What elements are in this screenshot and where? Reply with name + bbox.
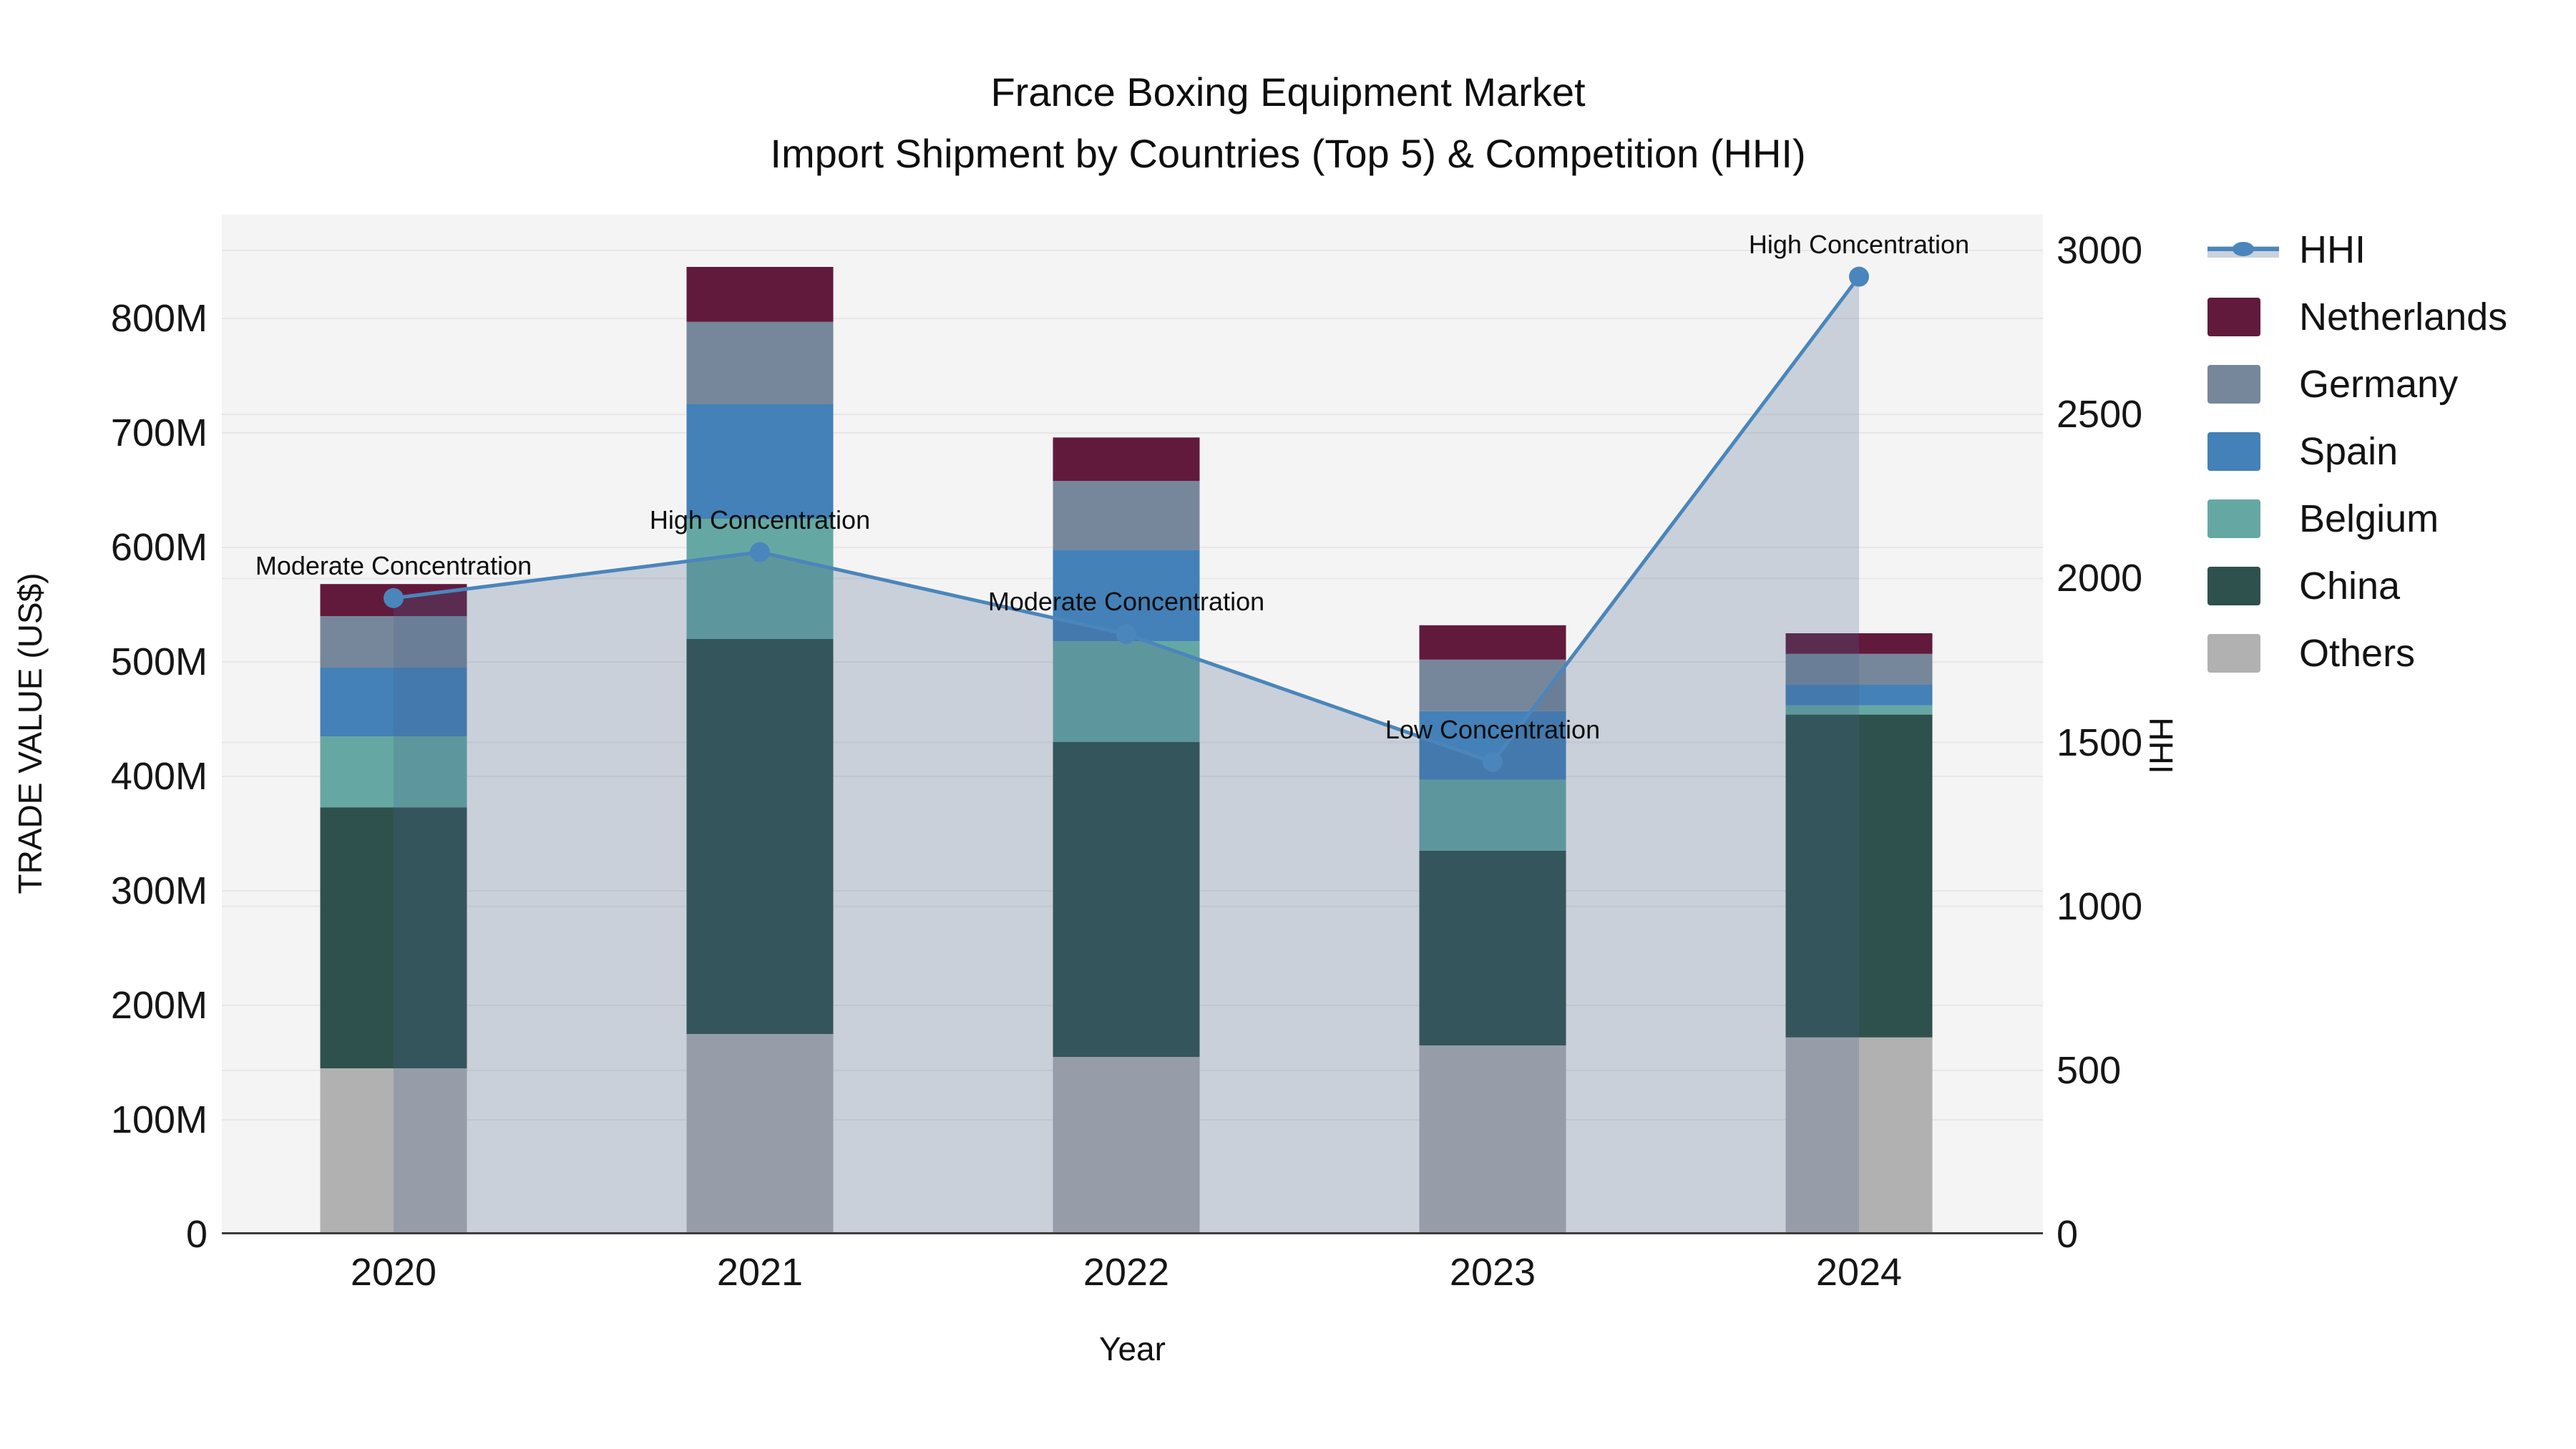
legend-label: HHI: [2299, 228, 2366, 271]
spain-swatch-icon: [2207, 432, 2260, 471]
legend-item-spain[interactable]: Spain: [2207, 432, 2507, 471]
x-tick-2022: 2022: [1083, 1251, 1170, 1294]
y-left-tick-700M: 700M: [110, 411, 208, 454]
y-axis-left-title: TRADE VALUE (US$): [11, 572, 49, 894]
chart-title-line2: Import Shipment by Countries (Top 5) & C…: [770, 131, 1806, 176]
bar-segment-germany-2022: [1053, 481, 1200, 550]
y-left-tick-500M: 500M: [110, 640, 208, 683]
hhi-legend-marker: [2233, 242, 2254, 256]
hhi-area-fill: [394, 276, 1859, 1234]
hhi-point-2023: [1483, 752, 1503, 772]
y-left-tick-800M: 800M: [110, 297, 208, 340]
y-right-tick-0: 0: [2057, 1213, 2079, 1256]
x-axis-title: Year: [1099, 1330, 1166, 1367]
y-right-tick-2000: 2000: [2057, 557, 2143, 600]
bar-segment-spain-2021: [686, 404, 834, 519]
annotation-2022: Moderate Concentration: [987, 587, 1265, 617]
y-right-tick-1000: 1000: [2057, 884, 2143, 928]
annotation-2023: Low Concentration: [1385, 715, 1601, 744]
hhi-point-2021: [750, 542, 770, 562]
y-left-tick-200M: 200M: [110, 984, 208, 1027]
plot-area: [222, 215, 2043, 1234]
bar-segment-netherlands-2023: [1419, 625, 1566, 660]
hhi-point-2024: [1849, 266, 1869, 287]
china-swatch-icon: [2207, 567, 2260, 605]
y-left-tick-600M: 600M: [110, 526, 208, 569]
x-tick-2020: 2020: [350, 1251, 437, 1294]
plot-svg: [222, 250, 2043, 1234]
annotation-2024: High Concentration: [1748, 229, 1970, 259]
legend-item-germany[interactable]: Germany: [2207, 365, 2507, 404]
y-right-tick-1500: 1500: [2057, 721, 2143, 764]
legend-label: Belgium: [2299, 497, 2439, 540]
x-tick-2023: 2023: [1449, 1251, 1536, 1294]
hhi-line-icon: [2207, 242, 2279, 258]
hhi-point-2022: [1116, 624, 1136, 645]
legend-item-hhi[interactable]: HHI: [2207, 230, 2507, 269]
y-axis-right-title: HHI: [2142, 717, 2180, 774]
others-swatch-icon: [2207, 634, 2260, 673]
chart-title-line1: France Boxing Equipment Market: [990, 69, 1586, 114]
x-tick-2024: 2024: [1815, 1251, 1903, 1294]
y-left-tick-300M: 300M: [110, 869, 208, 912]
legend-label: Others: [2299, 632, 2416, 675]
legend-label: Germany: [2299, 363, 2459, 406]
y-right-tick-2500: 2500: [2057, 393, 2143, 436]
legend: HHI Netherlands Germany Spain Belgium China Ot…: [2207, 230, 2507, 673]
legend-label: China: [2299, 565, 2401, 608]
chart-figure: France Boxing Equipment Market Import Sh…: [0, 0, 2576, 1449]
y-left-tick-0: 0: [185, 1213, 208, 1256]
bar-segment-netherlands-2021: [686, 267, 834, 322]
y-left-tick-100M: 100M: [110, 1098, 208, 1141]
annotation-2020: Moderate Concentration: [255, 550, 532, 580]
belgium-swatch-icon: [2207, 499, 2260, 538]
y-right-tick-3000: 3000: [2057, 229, 2143, 272]
hhi-point-2020: [384, 587, 404, 608]
legend-item-belgium[interactable]: Belgium: [2207, 499, 2507, 538]
netherlands-swatch-icon: [2207, 298, 2260, 336]
legend-label: Spain: [2299, 430, 2399, 473]
bar-segment-netherlands-2022: [1053, 437, 1200, 482]
bar-segment-germany-2021: [686, 321, 834, 404]
annotation-2021: High Concentration: [649, 504, 871, 535]
y-left-tick-400M: 400M: [110, 755, 208, 798]
germany-swatch-icon: [2207, 365, 2260, 404]
y-right-tick-500: 500: [2057, 1048, 2122, 1092]
legend-item-netherlands[interactable]: Netherlands: [2207, 298, 2507, 336]
legend-item-others[interactable]: Others: [2207, 634, 2507, 673]
legend-item-china[interactable]: China: [2207, 567, 2507, 605]
x-tick-2021: 2021: [716, 1251, 804, 1294]
legend-label: Netherlands: [2299, 296, 2508, 338]
